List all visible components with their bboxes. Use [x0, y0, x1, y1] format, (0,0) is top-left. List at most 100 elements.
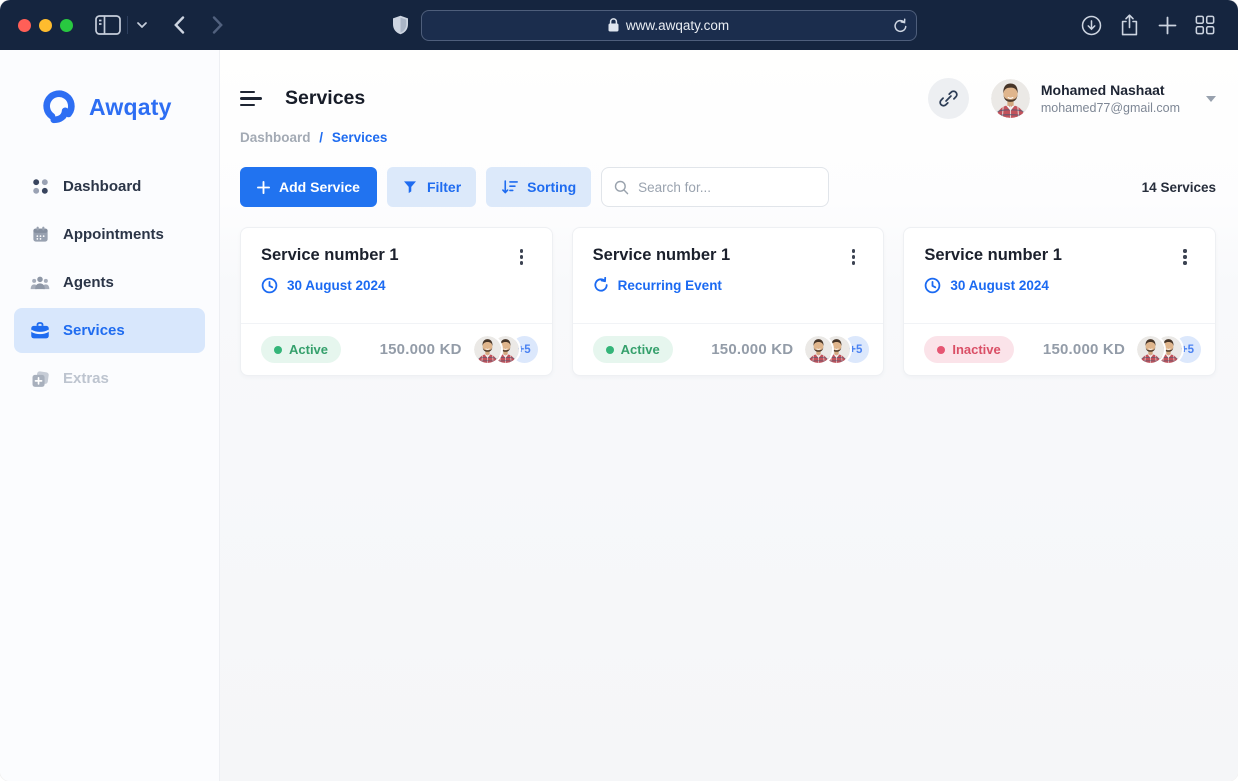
assigned-avatars[interactable]: +5 [805, 336, 869, 363]
sidebar-menu-chevron-icon[interactable] [132, 10, 152, 40]
app-logo[interactable]: Awqaty [0, 50, 219, 126]
chevron-down-icon[interactable] [1206, 96, 1216, 102]
user-avatar[interactable] [991, 79, 1030, 118]
search-input[interactable] [638, 180, 816, 195]
agent-avatar [1137, 336, 1164, 363]
status-dot [606, 346, 614, 354]
service-price: 150.000 KD [1043, 341, 1125, 358]
address-bar[interactable]: www.awqaty.com [421, 10, 917, 41]
status-dot [274, 346, 282, 354]
downloads-icon[interactable] [1076, 10, 1106, 40]
page-header: Services Mohamed Nashaat mohamed77@gmail… [240, 78, 1216, 119]
window-controls [18, 19, 73, 32]
sidebar-item-label: Agents [63, 274, 114, 291]
people-icon [30, 273, 50, 293]
status-label: Active [289, 342, 328, 357]
add-service-button[interactable]: Add Service [240, 167, 377, 207]
service-date: 30 August 2024 [924, 277, 1195, 294]
browser-toolbar: www.awqaty.com [0, 0, 1238, 50]
app-logo-text: Awqaty [89, 94, 172, 121]
breadcrumb-dashboard[interactable]: Dashboard [240, 130, 311, 145]
browser-toolbar-right [1076, 10, 1220, 40]
agent-avatar [474, 336, 501, 363]
service-card[interactable]: Service number 1 Recurring Event Active … [572, 227, 885, 376]
status-label: Active [621, 342, 660, 357]
services-count: 14 Services [1142, 180, 1216, 195]
sidebar: Awqaty Dashboard Appointments [0, 50, 220, 781]
sidebar-item-label: Extras [63, 370, 109, 387]
service-date-text: 30 August 2024 [950, 278, 1049, 293]
sidebar-item-label: Appointments [63, 226, 164, 243]
service-title: Service number 1 [261, 246, 399, 265]
dashboard-dots-icon [30, 177, 50, 197]
status-badge: Active [593, 336, 673, 363]
filter-button[interactable]: Filter [387, 167, 476, 207]
awqaty-logo-icon [40, 88, 78, 126]
breadcrumb-separator: / [319, 130, 323, 145]
forward-icon[interactable] [202, 10, 232, 40]
service-card[interactable]: Service number 1 30 August 2024 Inactive… [903, 227, 1216, 376]
share-icon[interactable] [1114, 10, 1144, 40]
sidebar-nav: Dashboard Appointments Agents [0, 164, 219, 401]
user-name: Mohamed Nashaat [1041, 82, 1180, 98]
menu-toggle-icon[interactable] [240, 89, 264, 109]
address-bar-group: www.awqaty.com [392, 10, 917, 41]
new-tab-icon[interactable] [1152, 10, 1182, 40]
more-options-icon[interactable] [1175, 246, 1195, 268]
service-price: 150.000 KD [711, 341, 793, 358]
sidebar-toggle-icon[interactable] [93, 10, 123, 40]
clock-icon [261, 277, 278, 294]
service-card-footer: Active 150.000 KD +5 [573, 323, 884, 375]
privacy-shield-icon[interactable] [392, 15, 409, 35]
assigned-avatars[interactable]: +5 [474, 336, 538, 363]
service-title: Service number 1 [924, 246, 1062, 265]
sidebar-item-agents[interactable]: Agents [14, 260, 205, 305]
back-icon[interactable] [164, 10, 194, 40]
service-recurring: Recurring Event [593, 277, 864, 293]
sorting-button[interactable]: Sorting [486, 167, 591, 207]
sidebar-item-extras[interactable]: Extras [14, 356, 205, 401]
service-title: Service number 1 [593, 246, 731, 265]
status-label: Inactive [952, 342, 1000, 357]
add-service-label: Add Service [279, 179, 360, 195]
filter-label: Filter [427, 179, 461, 195]
sidebar-item-dashboard[interactable]: Dashboard [14, 164, 205, 209]
link-icon [938, 88, 959, 109]
status-dot [937, 346, 945, 354]
service-card-footer: Inactive 150.000 KD +5 [904, 323, 1215, 375]
zoom-window-button[interactable] [60, 19, 73, 32]
service-card[interactable]: Service number 1 30 August 2024 Active 1… [240, 227, 553, 376]
service-card-body: Service number 1 30 August 2024 [904, 228, 1215, 323]
sidebar-item-appointments[interactable]: Appointments [14, 212, 205, 257]
breadcrumb: Dashboard / Services [240, 130, 1216, 145]
more-options-icon[interactable] [512, 246, 532, 268]
browser-toolbar-left [18, 10, 232, 40]
toolbar: Add Service Filter Sorting 1 [240, 167, 1216, 207]
sorting-label: Sorting [527, 179, 576, 195]
clock-icon [924, 277, 941, 294]
address-text: www.awqaty.com [626, 18, 729, 33]
more-options-icon[interactable] [843, 246, 863, 268]
user-menu[interactable]: Mohamed Nashaat mohamed77@gmail.com [1041, 82, 1180, 114]
breadcrumb-services[interactable]: Services [332, 130, 388, 145]
sidebar-item-label: Dashboard [63, 178, 141, 195]
sort-icon [501, 179, 518, 195]
reload-icon[interactable] [893, 18, 908, 34]
service-date-text: 30 August 2024 [287, 278, 386, 293]
recurring-icon [593, 277, 609, 293]
copy-link-button[interactable] [928, 78, 969, 119]
assigned-avatars[interactable]: +5 [1137, 336, 1201, 363]
close-window-button[interactable] [18, 19, 31, 32]
search-box [601, 167, 829, 207]
search-icon [614, 179, 629, 196]
browser-window: www.awqaty.com [0, 0, 1238, 781]
service-card-footer: Active 150.000 KD +5 [241, 323, 552, 375]
app-shell: Awqaty Dashboard Appointments [0, 50, 1238, 781]
tab-overview-icon[interactable] [1190, 10, 1220, 40]
plus-icon [257, 181, 270, 194]
extras-plus-icon [30, 369, 50, 389]
status-badge: Active [261, 336, 341, 363]
briefcase-icon [30, 321, 50, 341]
minimize-window-button[interactable] [39, 19, 52, 32]
sidebar-item-services[interactable]: Services [14, 308, 205, 353]
